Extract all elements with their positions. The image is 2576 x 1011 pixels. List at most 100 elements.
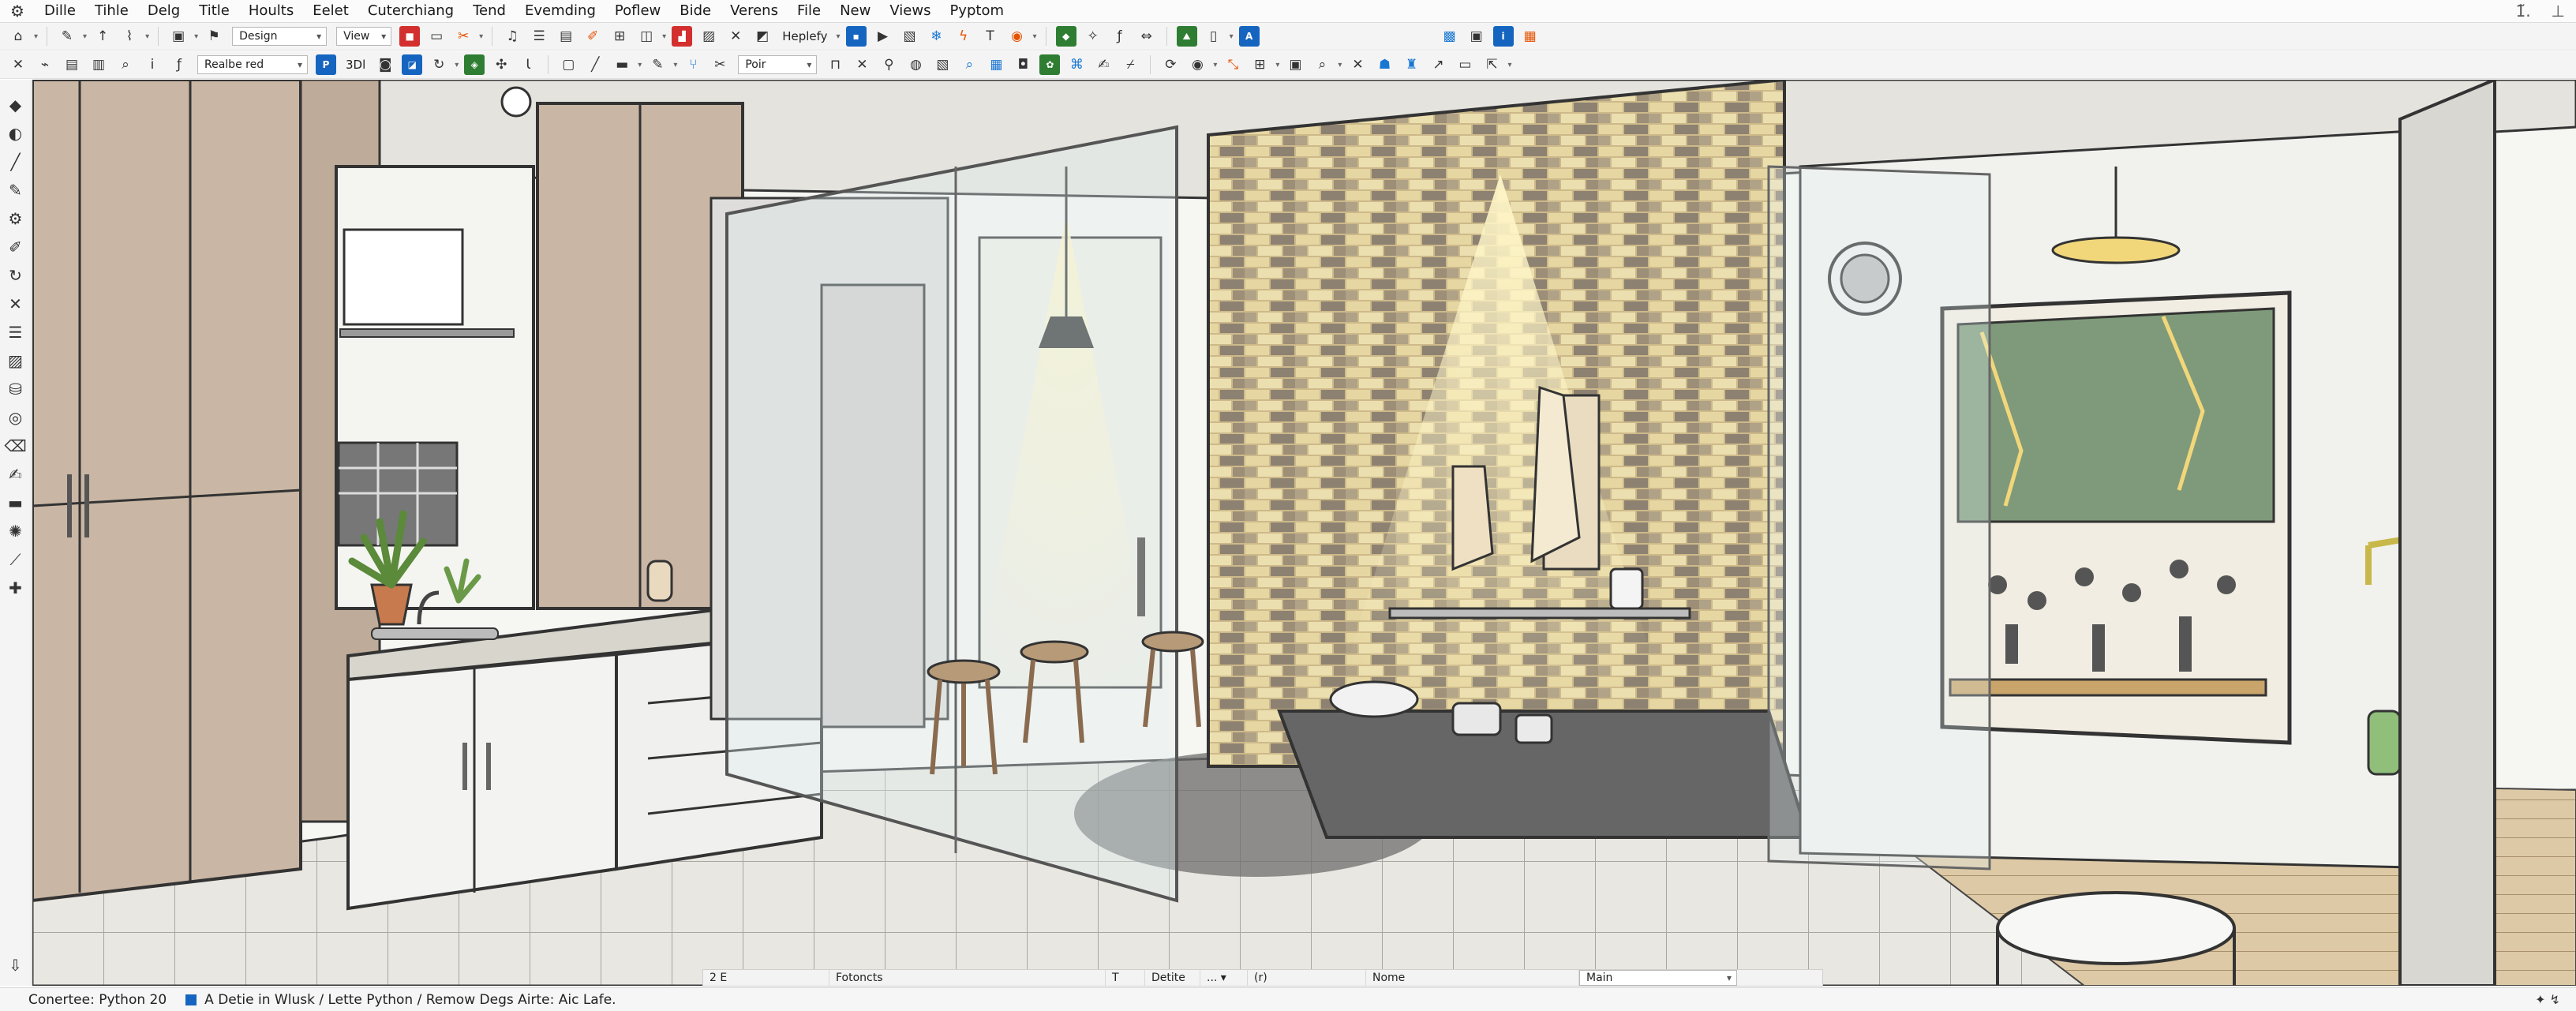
menu-pyptom[interactable]: Pyptom <box>940 0 1013 22</box>
frame-icon[interactable]: ▢ <box>558 54 578 75</box>
fill-menu-caret[interactable]: ▾ <box>638 61 642 69</box>
pin-icon[interactable]: ⚲ <box>878 54 899 75</box>
layers-icon[interactable]: ◫ <box>636 26 657 47</box>
scale-icon[interactable]: ⇔ <box>1136 26 1157 47</box>
tag-icon[interactable]: ◘ <box>1013 54 1033 75</box>
menu-evemding[interactable]: Evemding <box>515 0 605 22</box>
text-t-icon[interactable]: T <box>980 26 1001 47</box>
layout-icon[interactable]: ▦ <box>986 54 1006 75</box>
line-icon[interactable]: ╱ <box>585 54 605 75</box>
info-small-icon[interactable]: i <box>142 54 163 75</box>
export-icon[interactable]: A <box>1238 26 1260 47</box>
paint-tool-icon[interactable]: ✎ <box>647 54 668 75</box>
menu-new[interactable]: New <box>830 0 880 22</box>
menu-delg[interactable]: Delg <box>138 0 189 22</box>
info-icon[interactable]: i <box>1492 26 1514 47</box>
arrow-tool-icon[interactable]: ↗ <box>1428 54 1448 75</box>
3d-toggle-label[interactable]: 3Dl <box>346 58 365 72</box>
document-menu-caret[interactable]: ▾ <box>1230 32 1234 41</box>
menu-tihle[interactable]: Tihle <box>85 0 138 22</box>
menu-poflew[interactable]: Poflew <box>605 0 670 22</box>
folder-icon[interactable]: ▭ <box>426 26 447 47</box>
model-icon[interactable]: ♜ <box>1401 54 1421 75</box>
menu-verens[interactable]: Verens <box>721 0 788 22</box>
bucket-icon[interactable]: ⛁ <box>5 375 27 403</box>
status-right-icons[interactable]: ✦ ↯ <box>2535 988 2560 1011</box>
clipboard-icon[interactable]: ▤ <box>556 26 576 47</box>
cut-icon[interactable]: ✂ <box>710 54 730 75</box>
paint-brush-icon[interactable]: ✍ <box>5 460 27 489</box>
wand-icon[interactable]: ✧ <box>1083 26 1103 47</box>
layer-dropdown[interactable]: Realbe red <box>197 55 308 74</box>
asset-icon[interactable]: ◈ <box>464 54 485 75</box>
blue-tool-icon[interactable]: ▪ <box>845 26 867 47</box>
rotate-menu-caret[interactable]: ▾ <box>455 61 459 69</box>
cross-tool-icon[interactable]: ✕ <box>725 26 746 47</box>
flag-icon[interactable]: ⚑ <box>204 26 224 47</box>
arrow-up-icon[interactable]: ↑ <box>92 26 113 47</box>
move-icon[interactable]: ⇱ <box>1481 54 1502 75</box>
target-icon[interactable]: ◍ <box>905 54 926 75</box>
search-icon[interactable]: ⌕ <box>959 54 979 75</box>
pipe-icon[interactable]: ⌘ <box>1066 54 1087 75</box>
camera-box-icon[interactable]: ▣ <box>1285 54 1305 75</box>
menu-dille[interactable]: Dille <box>35 0 85 22</box>
orbit-icon[interactable]: ◐ <box>5 119 27 148</box>
image-box-icon[interactable]: ▧ <box>932 54 953 75</box>
video-icon[interactable]: ▶ <box>873 26 893 47</box>
compass-icon[interactable]: ◎ <box>5 403 27 432</box>
paint-menu-caret[interactable]: ▾ <box>83 32 87 41</box>
panel-name-cell[interactable]: Nome <box>1366 970 1579 986</box>
lock-icon[interactable]: ⊓ <box>825 54 845 75</box>
menu-hoults[interactable]: Hoults <box>239 0 303 22</box>
brush-menu-caret[interactable]: ▾ <box>145 32 149 41</box>
monitor-menu-caret[interactable]: ▾ <box>194 32 198 41</box>
edit-icon[interactable]: ✍ <box>1093 54 1114 75</box>
menu-title[interactable]: Title <box>189 0 239 22</box>
paint-icon[interactable]: ✎ <box>57 26 77 47</box>
point-dropdown[interactable]: Poir <box>738 55 818 74</box>
film-icon[interactable]: ▥ <box>88 54 109 75</box>
transform-icon[interactable]: ⤡ <box>1222 54 1243 75</box>
menu-views[interactable]: Views <box>880 0 940 22</box>
eye-icon[interactable]: ◉ <box>1187 54 1208 75</box>
green-tool-icon[interactable]: ◆ <box>1055 26 1076 47</box>
image-tool-icon[interactable]: ▨ <box>5 346 27 375</box>
formula-icon[interactable]: ƒ <box>1110 26 1130 47</box>
pencil-tool-icon[interactable]: ✐ <box>5 233 27 261</box>
picture-icon[interactable]: ⛰ <box>1176 26 1197 47</box>
download-icon[interactable]: ⇩ <box>5 951 27 979</box>
panel-main-dropdown[interactable]: Main <box>1579 970 1737 986</box>
formula-small-icon[interactable]: ƒ <box>169 54 189 75</box>
move-menu-caret[interactable]: ▾ <box>1507 61 1511 69</box>
person-icon[interactable]: ☗ <box>1374 54 1395 75</box>
zoom-icon[interactable]: ⌕ <box>115 54 136 75</box>
rotate-icon[interactable]: ↻ <box>429 54 449 75</box>
magic-wand-icon[interactable]: ⌁ <box>35 54 55 75</box>
property-icon[interactable]: P <box>316 54 336 75</box>
stamp-icon[interactable]: ◩ <box>752 26 773 47</box>
paint-tool-menu-caret[interactable]: ▾ <box>673 61 677 69</box>
pencil-icon[interactable]: ✐ <box>582 26 603 47</box>
close-small-icon[interactable]: ✕ <box>852 54 872 75</box>
cube-icon[interactable]: ◆ <box>5 91 27 119</box>
panel-id-cell[interactable]: 2 E <box>703 970 829 986</box>
gear-icon[interactable]: ⚙ <box>5 204 27 233</box>
panel-more-dropdown[interactable]: ... ▾ <box>1200 970 1248 986</box>
menu-cuterchiang[interactable]: Cuterchiang <box>358 0 463 22</box>
eye-menu-caret[interactable]: ▾ <box>1213 61 1217 69</box>
music-note-icon[interactable]: ♫ <box>502 26 522 47</box>
panel-text-cell[interactable]: T <box>1106 970 1145 986</box>
document-icon[interactable]: ▯ <box>1204 26 1224 47</box>
panel-r-cell[interactable]: (r) <box>1248 970 1366 986</box>
eyedropper-icon[interactable]: ⌿ <box>1120 54 1140 75</box>
branch-icon[interactable]: ⑂ <box>683 54 703 75</box>
texture-icon[interactable]: ▨ <box>698 26 719 47</box>
line-tool-icon[interactable]: ╱ <box>5 148 27 176</box>
cross-cut-icon[interactable]: ✕ <box>5 290 27 318</box>
menu-bide[interactable]: Bide <box>670 0 721 22</box>
menu-tend[interactable]: Tend <box>463 0 515 22</box>
add-icon[interactable]: ✚ <box>5 574 27 602</box>
list-icon[interactable]: ☰ <box>529 26 549 47</box>
camera-icon[interactable]: ◙ <box>375 54 395 75</box>
